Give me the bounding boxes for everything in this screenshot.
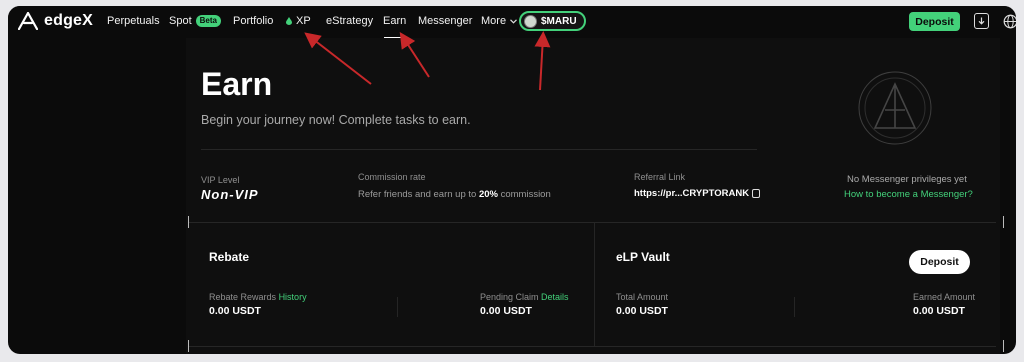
maru-label: $MARU [541,15,577,27]
commission-text: Refer friends and earn up to 20% commiss… [358,189,551,200]
pending-claim-text: Pending Claim [480,292,539,302]
referral-link[interactable]: https://pr...CRYPTORANK [634,188,761,199]
commission-label: Commission rate [358,172,426,182]
section-divider-top [188,222,996,223]
nav-xp[interactable]: XP [286,15,311,27]
nav-more-label: More [481,15,507,27]
rebate-rewards-value: 0.00 USDT [209,305,261,317]
pending-claim-value: 0.00 USDT [480,305,532,317]
edgex-emblem-icon [858,71,932,145]
beta-badge: Beta [195,15,221,27]
total-amount-value: 0.00 USDT [616,305,668,317]
commission-suffix: commission [497,189,551,200]
rebate-divider [397,297,398,317]
nav-messenger[interactable]: Messenger [418,15,472,27]
download-icon[interactable] [974,13,989,29]
chevron-down-icon [510,18,517,24]
nav-earn[interactable]: Earn [383,15,406,27]
vip-value: Non-VIP [201,187,259,202]
vault-deposit-button[interactable]: Deposit [909,250,970,274]
section-divider-middle [594,222,595,347]
details-link[interactable]: Details [541,292,569,302]
corner-left-bottom [188,340,196,352]
drop-icon [286,17,292,25]
history-link[interactable]: History [279,292,307,302]
copy-icon[interactable] [752,188,761,198]
corner-right-top [996,216,1004,228]
messenger-link[interactable]: How to become a Messenger? [844,189,973,200]
nav-perpetuals[interactable]: Perpetuals [107,15,160,27]
nav-portfolio[interactable]: Portfolio [233,15,273,27]
total-amount-label: Total Amount [616,292,669,302]
globe-icon[interactable] [1003,14,1016,29]
nav-spot[interactable]: Spot Beta [169,15,221,27]
referral-value: https://pr...CRYPTORANK [634,188,750,199]
earned-amount-label: Earned Amount [913,292,976,302]
corner-right-bottom [996,340,1004,352]
nav-perpetuals-label: Perpetuals [107,15,160,27]
referral-label: Referral Link [634,172,686,182]
vip-label: VIP Level [201,175,240,185]
maru-token-button[interactable]: $MARU [519,11,586,31]
hero-divider [201,149,757,150]
page-title: Earn [201,66,273,102]
vault-divider [794,297,795,317]
section-divider-bottom [188,346,996,347]
nav-estrategy-label: eStrategy [326,15,374,27]
top-navbar: edgeX Perpetuals Spot Beta Portfolio XP … [8,6,1016,39]
corner-left-top [188,216,196,228]
nav-xp-label: XP [296,15,311,27]
nav-estrategy[interactable]: eStrategy [326,15,373,27]
commission-percent: 20% [478,189,498,200]
nav-portfolio-label: Portfolio [233,15,274,27]
edgex-logo-icon [18,12,38,30]
logo[interactable]: edgeX [18,12,93,30]
maru-avatar [524,14,537,28]
rebate-title: Rebate [209,250,250,264]
commission-prefix: Refer friends and earn up to [358,189,479,200]
deposit-button[interactable]: Deposit [909,12,960,31]
rebate-rewards-label: Rebate Rewards History [209,292,307,302]
nav-spot-label: Spot [169,15,192,27]
earned-amount-value: 0.00 USDT [913,305,965,317]
messenger-status: No Messenger privileges yet [847,174,967,185]
rebate-rewards-text: Rebate Rewards [209,292,277,302]
logo-text: edgeX [44,12,94,29]
nav-more[interactable]: More [481,15,517,27]
vault-title: eLP Vault [616,250,670,264]
page-subtitle: Begin your journey now! Complete tasks t… [201,113,471,127]
pending-claim-label: Pending Claim Details [480,292,569,302]
nav-messenger-label: Messenger [418,15,473,27]
nav-earn-label: Earn [383,15,407,27]
